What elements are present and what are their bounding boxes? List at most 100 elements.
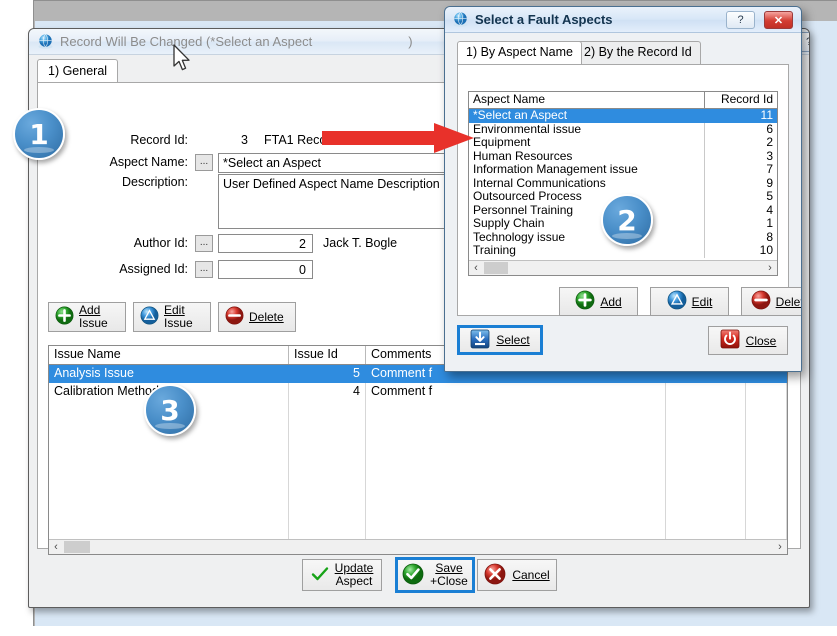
dialog-add-button[interactable]: Add (559, 287, 638, 316)
list-item[interactable]: Training 10 (469, 244, 777, 258)
mouse-cursor-icon (172, 44, 194, 77)
list-item[interactable]: Environmental issue 6 (469, 123, 777, 137)
list-item[interactable]: Equipment 2 (469, 136, 777, 150)
list-item[interactable]: Information Management issue 7 (469, 163, 777, 177)
red-right-arrow-icon (322, 120, 482, 159)
aspect-grid-col-aspect-name: Aspect Name (469, 92, 705, 108)
record-id-value: 3 (241, 133, 248, 147)
dialog-tabstrip: 1) By Aspect Name 2) By the Record Id (457, 41, 789, 65)
callout-badge-1: 1 (13, 108, 65, 160)
edit-issue-button[interactable]: Edit Issue (133, 302, 211, 332)
dialog-close-action-button[interactable]: Close (708, 326, 788, 355)
aspect-row-name: Supply Chain (469, 217, 705, 231)
issue-grid-filler-cell (289, 401, 366, 539)
callout-badge-2: 2 (601, 194, 653, 246)
list-item[interactable]: Internal Communications 9 (469, 177, 777, 191)
triangle-circle-blue-icon (667, 290, 687, 313)
issue-row-id: 5 (289, 365, 366, 383)
dialog-delete-button[interactable]: Delete (741, 287, 802, 316)
list-item[interactable]: *Select an Aspect 11 (469, 109, 777, 123)
record-id-label: Record Id: (68, 133, 188, 147)
dialog-title: Select a Fault Aspects (475, 12, 613, 27)
triangle-circle-blue-icon (140, 306, 159, 328)
dialog-close-action-label: Close (746, 334, 777, 348)
minus-circle-red-icon (751, 290, 771, 313)
dialog-close-button[interactable]: ✕ (764, 11, 793, 29)
assigned-id-browse-button[interactable]: ... (195, 261, 213, 278)
globe-icon (37, 33, 54, 50)
cancel-label-line1: Cancel (512, 569, 549, 582)
aspect-row-name: *Select an Aspect (469, 109, 705, 123)
aspect-row-id: 3 (705, 150, 777, 164)
aspect-name-browse-button[interactable]: ... (195, 154, 213, 171)
edit-issue-label-line2: Issue (164, 317, 193, 330)
dialog-select-label: Select (496, 333, 529, 347)
aspect-row-id: 10 (705, 244, 777, 258)
aspect-row-name: Information Management issue (469, 163, 705, 177)
save-close-button[interactable]: Save +Close (395, 557, 475, 593)
add-issue-button[interactable]: Add Issue (48, 302, 126, 332)
assigned-id-input[interactable]: 0 (218, 260, 313, 279)
plus-circle-green-icon (575, 290, 595, 313)
issue-row-id: 4 (289, 383, 366, 401)
issue-grid-col-issue-id: Issue Id (289, 346, 366, 364)
aspect-grid-header: Aspect Name Record Id (469, 92, 777, 109)
issue-row-extra2 (746, 383, 787, 401)
assigned-id-label: Assigned Id: (68, 262, 188, 276)
update-aspect-button[interactable]: Update Aspect (302, 559, 382, 591)
main-window-title-suffix: ) (408, 34, 412, 49)
dialog-titlebar: Select a Fault Aspects ? ✕ (445, 7, 801, 33)
save-close-label-line2: +Close (430, 575, 468, 588)
aspect-row-id: 11 (705, 109, 777, 123)
aspect-row-id: 5 (705, 190, 777, 204)
power-red-icon (720, 329, 740, 352)
issue-row-name: Analysis Issue (49, 365, 289, 383)
aspect-row-name: Training (469, 244, 705, 258)
aspect-row-name: Human Resources (469, 150, 705, 164)
author-name-value: Jack T. Bogle (323, 236, 397, 250)
aspect-name-label: Aspect Name: (68, 155, 188, 169)
add-issue-label-line2: Issue (79, 317, 108, 330)
issue-grid-horizontal-scrollbar[interactable]: ‹ › (49, 539, 787, 554)
cancel-button[interactable]: Cancel (477, 559, 557, 591)
dialog-footer: Select Close (445, 316, 801, 371)
tab-general[interactable]: 1) General (37, 59, 118, 84)
aspect-row-id: 9 (705, 177, 777, 191)
tab-by-aspect-name[interactable]: 1) By Aspect Name (457, 41, 582, 64)
issue-grid[interactable]: Issue Name Issue Id Comments Analysis Is… (48, 345, 788, 555)
scroll-right-icon[interactable]: › (773, 541, 787, 553)
delete-issue-button[interactable]: Delete (218, 302, 296, 332)
tab-by-the-record-id[interactable]: 2) By the Record Id (575, 41, 701, 64)
aspect-row-id: 4 (705, 204, 777, 218)
aspect-grid[interactable]: Aspect Name Record Id *Select an Aspect … (468, 91, 778, 276)
issue-grid-filler-cell (666, 401, 746, 539)
aspect-row-id: 2 (705, 136, 777, 150)
list-item[interactable]: Human Resources 3 (469, 150, 777, 164)
aspect-row-name: Environmental issue (469, 123, 705, 137)
issue-row-extra1 (666, 383, 746, 401)
scroll-thumb[interactable] (484, 262, 508, 274)
aspect-grid-col-record-id: Record Id (705, 92, 777, 108)
scroll-thumb[interactable] (64, 541, 90, 553)
aspect-row-id: 1 (705, 217, 777, 231)
author-id-label: Author Id: (68, 236, 188, 250)
dialog-select-button[interactable]: Select (457, 325, 543, 355)
scroll-left-icon[interactable]: ‹ (49, 541, 63, 553)
green-check-circle-icon (402, 563, 424, 588)
aspect-row-name: Equipment (469, 136, 705, 150)
scroll-left-icon[interactable]: ‹ (469, 262, 483, 274)
dialog-edit-button[interactable]: Edit (650, 287, 729, 316)
scroll-right-icon[interactable]: › (763, 262, 777, 274)
aspect-grid-horizontal-scrollbar[interactable]: ‹ › (469, 260, 777, 275)
dialog-help-button[interactable]: ? (726, 11, 755, 29)
download-blue-icon (470, 329, 490, 352)
author-id-input[interactable]: 2 (218, 234, 313, 253)
dialog-panel: Aspect Name Record Id *Select an Aspect … (457, 64, 789, 316)
aspect-row-name: Internal Communications (469, 177, 705, 191)
aspect-row-id: 8 (705, 231, 777, 245)
aspect-row-name: Technology issue (469, 231, 705, 245)
author-id-browse-button[interactable]: ... (195, 235, 213, 252)
issue-grid-filler-cell (746, 401, 787, 539)
issue-grid-filler-cell (366, 401, 666, 539)
minus-circle-red-icon (225, 306, 244, 328)
